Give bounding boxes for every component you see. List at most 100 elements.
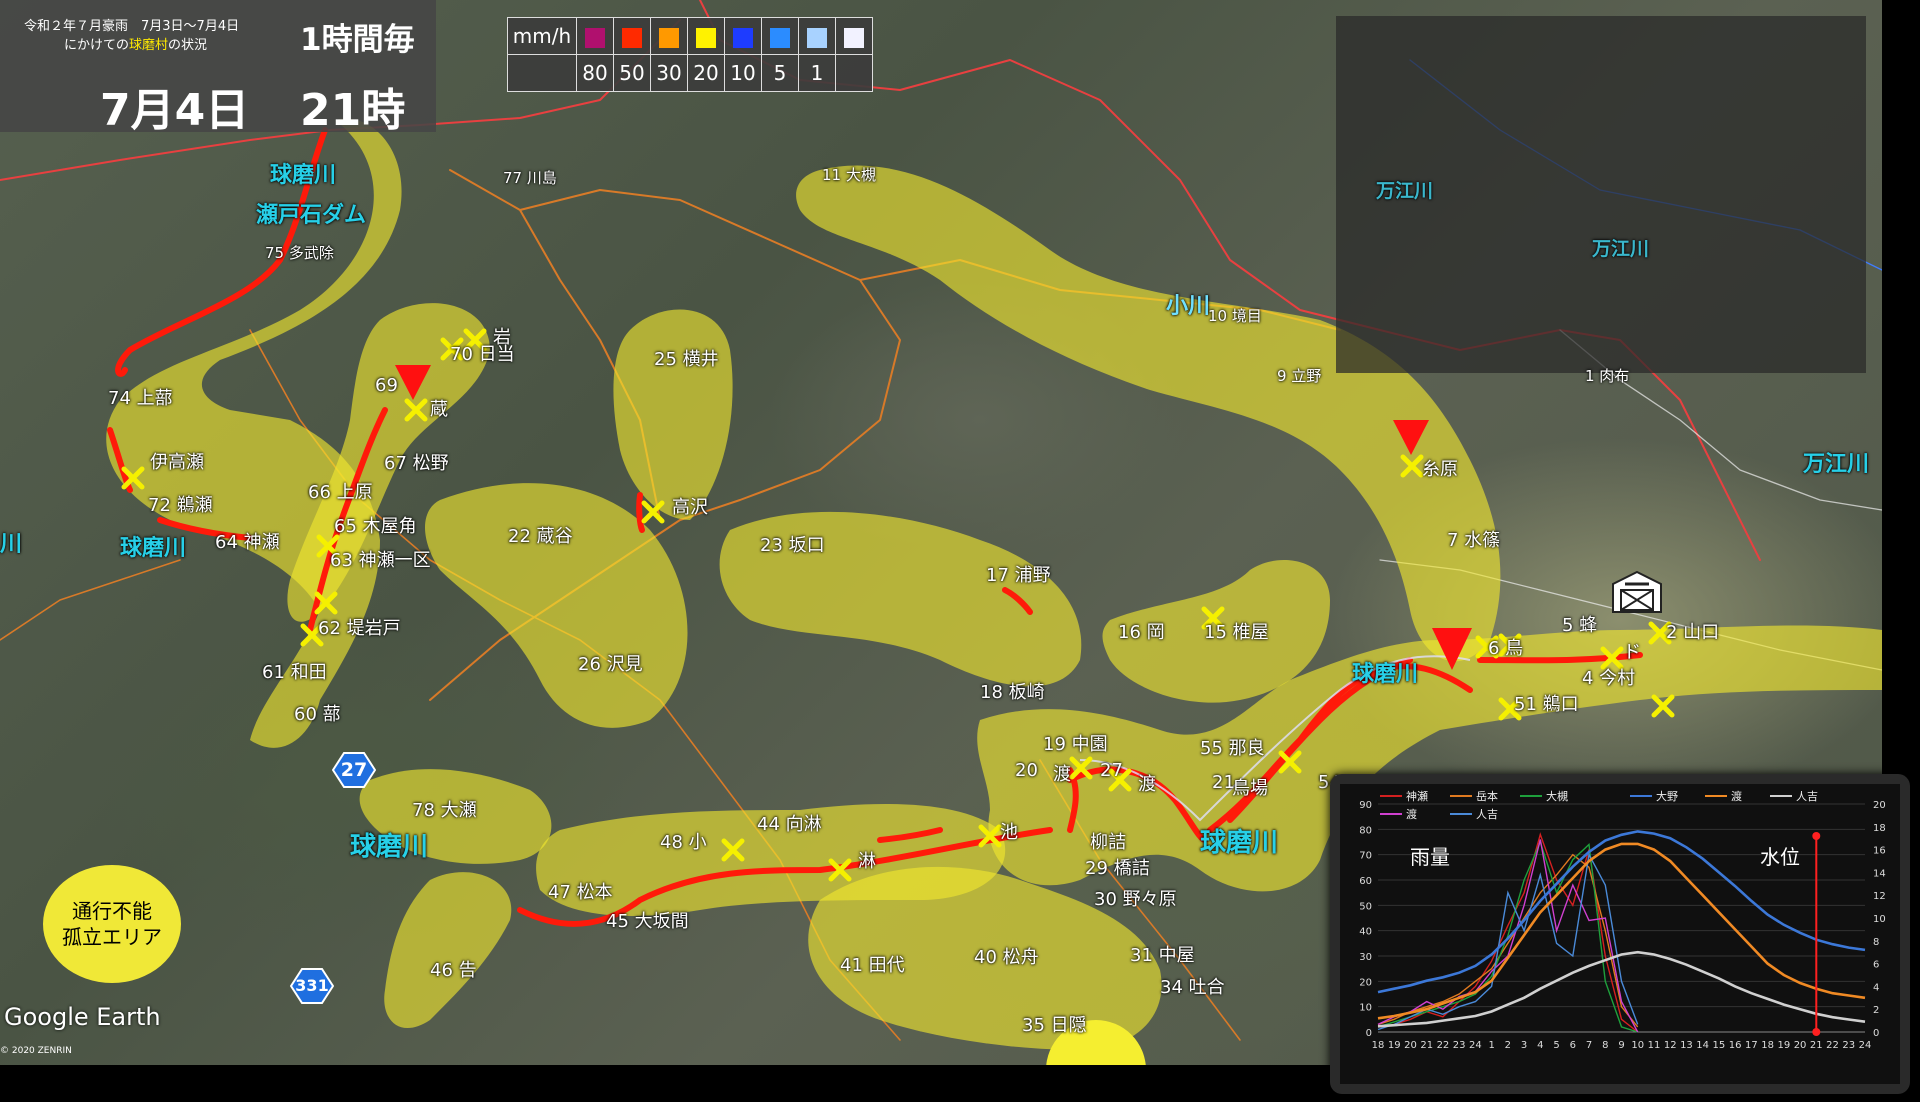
x-tick: 22 xyxy=(1437,1040,1450,1051)
route-shield-331: 331 xyxy=(289,968,335,1004)
y-tick-right: 18 xyxy=(1873,823,1886,834)
place-label: 30 野々原 xyxy=(1094,889,1177,910)
river-label-kuma-left: 球磨川 xyxy=(120,536,187,561)
place-label: 66 上原 xyxy=(308,482,373,503)
place-label: 69 xyxy=(375,375,398,396)
place-label: 47 松本 xyxy=(548,882,613,903)
place-label: 柳詰 xyxy=(1090,832,1126,853)
place-label: 72 鵜瀬 xyxy=(148,495,213,516)
place-label: 78 大瀬 xyxy=(412,800,477,821)
place-label: 55 那良 xyxy=(1200,738,1265,759)
x-tick: 19 xyxy=(1388,1040,1401,1051)
x-tick: 2 xyxy=(1505,1040,1511,1051)
place-label: 糸原 xyxy=(1422,459,1458,480)
place-label: 74 上蔀 xyxy=(108,388,173,409)
x-tick: 18 xyxy=(1761,1040,1774,1051)
rain-intensity-legend: mm/h 80 50 30 20 10 5 1 xyxy=(507,17,873,92)
y-tick-right: 10 xyxy=(1873,914,1886,925)
y-tick-right: 12 xyxy=(1873,891,1886,902)
closure-marker xyxy=(1651,694,1675,718)
legend-unit: mm/h xyxy=(507,17,577,55)
legend-swatch xyxy=(687,17,725,55)
place-label: 26 沢見 xyxy=(578,654,643,675)
dam-label: 瀬戸石ダム xyxy=(256,203,367,228)
river-label-manae-1: 万江川 xyxy=(1376,180,1434,202)
legend-value: 80 xyxy=(576,54,614,92)
x-tick: 5 xyxy=(1553,1040,1559,1051)
legend-label: 岳本 xyxy=(1476,789,1498,803)
place-label: 2 山口 xyxy=(1666,622,1720,643)
y-tick-right: 20 xyxy=(1873,800,1886,811)
x-tick: 1 xyxy=(1488,1040,1494,1051)
x-tick: 13 xyxy=(1680,1040,1693,1051)
place-label: 25 横井 xyxy=(654,349,719,370)
legend-value xyxy=(835,54,873,92)
place-label: 9 立野 xyxy=(1277,367,1322,385)
legend-swatch xyxy=(724,17,762,55)
level-axis-label: 水位 xyxy=(1760,845,1800,869)
current-time-marker-top xyxy=(1812,832,1821,840)
y-tick-right: 16 xyxy=(1873,846,1886,857)
legend-label: 大野 xyxy=(1656,789,1678,803)
place-label: 70 日当 xyxy=(450,344,515,365)
place-label: 4 今村 xyxy=(1582,668,1636,689)
y-tick-left: 20 xyxy=(1359,977,1372,988)
place-label: 64 神瀬 xyxy=(215,532,280,553)
isolation-legend-line2: 孤立エリア xyxy=(62,925,162,949)
place-label: 10 境目 xyxy=(1208,307,1262,325)
place-label: 20 xyxy=(1015,760,1038,781)
y-tick-right: 14 xyxy=(1873,868,1886,879)
place-label: 48 小 xyxy=(660,832,707,853)
y-tick-right: 2 xyxy=(1873,1005,1879,1016)
place-label: 45 大坂間 xyxy=(606,911,689,932)
x-tick: 23 xyxy=(1842,1040,1855,1051)
place-label: 11 大槻 xyxy=(822,166,876,184)
y-tick-left: 80 xyxy=(1359,825,1372,836)
y-tick-right: 8 xyxy=(1873,937,1879,948)
y-tick-right: 6 xyxy=(1873,960,1879,971)
legend-swatch xyxy=(798,17,836,55)
place-label: 65 木屋角 xyxy=(334,516,417,537)
x-tick: 24 xyxy=(1859,1040,1872,1051)
river-label-kuma-mid: 球磨川 xyxy=(350,832,429,862)
x-tick: 16 xyxy=(1729,1040,1742,1051)
place-label: 淋 xyxy=(858,851,876,872)
rain-and-water-level-chart: 01020304050607080900246810121416182018 19… xyxy=(1340,784,1900,1084)
x-tick: 18 xyxy=(1372,1040,1385,1051)
evacuation-shelter-icon xyxy=(1612,570,1662,613)
isolation-area-legend: 通行不能 孤立エリア xyxy=(43,865,181,983)
place-label: 44 向淋 xyxy=(757,814,822,835)
river-label-kuma-top: 球磨川 xyxy=(270,163,337,188)
place-label: 渡 xyxy=(1053,764,1071,785)
place-label: 40 松舟 xyxy=(974,947,1039,968)
x-tick: 8 xyxy=(1602,1040,1608,1051)
legend-swatch xyxy=(650,17,688,55)
place-label: 60 蔀 xyxy=(294,704,341,725)
x-tick: 12 xyxy=(1664,1040,1677,1051)
x-tick: 24 xyxy=(1469,1040,1482,1051)
place-label: 15 椎屋 xyxy=(1204,622,1269,643)
place-label: 75 多武除 xyxy=(265,244,334,262)
title-panel: 令和２年７月豪雨 7月3日〜7月4日 にかけての球磨村の状況 1時間毎 7月4日… xyxy=(0,0,436,136)
place-label: 34 吐合 xyxy=(1160,977,1225,998)
place-label: 35 日隠 xyxy=(1022,1015,1087,1036)
place-label: 1 肉布 xyxy=(1585,367,1630,385)
y-tick-left: 30 xyxy=(1359,952,1372,963)
y-tick-left: 0 xyxy=(1366,1028,1372,1039)
legend-swatch xyxy=(835,17,873,55)
x-tick: 7 xyxy=(1586,1040,1592,1051)
x-tick: 15 xyxy=(1713,1040,1726,1051)
x-tick: 20 xyxy=(1404,1040,1417,1051)
place-label: 池 xyxy=(1000,822,1018,843)
y-tick-left: 90 xyxy=(1359,800,1372,811)
legend-swatch xyxy=(613,17,651,55)
river-label-ogawa: 小川 xyxy=(1166,294,1211,319)
place-label: 22 蔵谷 xyxy=(508,526,573,547)
isolation-area-tsuge xyxy=(384,872,512,1029)
place-label: 16 岡 xyxy=(1118,622,1165,643)
place-label: 19 中園 xyxy=(1043,734,1108,755)
legend-value: 50 xyxy=(613,54,651,92)
zenrin-credit: © 2020 ZENRIN xyxy=(0,1046,72,1056)
place-label: 18 板崎 xyxy=(980,682,1045,703)
x-tick: 4 xyxy=(1537,1040,1543,1051)
